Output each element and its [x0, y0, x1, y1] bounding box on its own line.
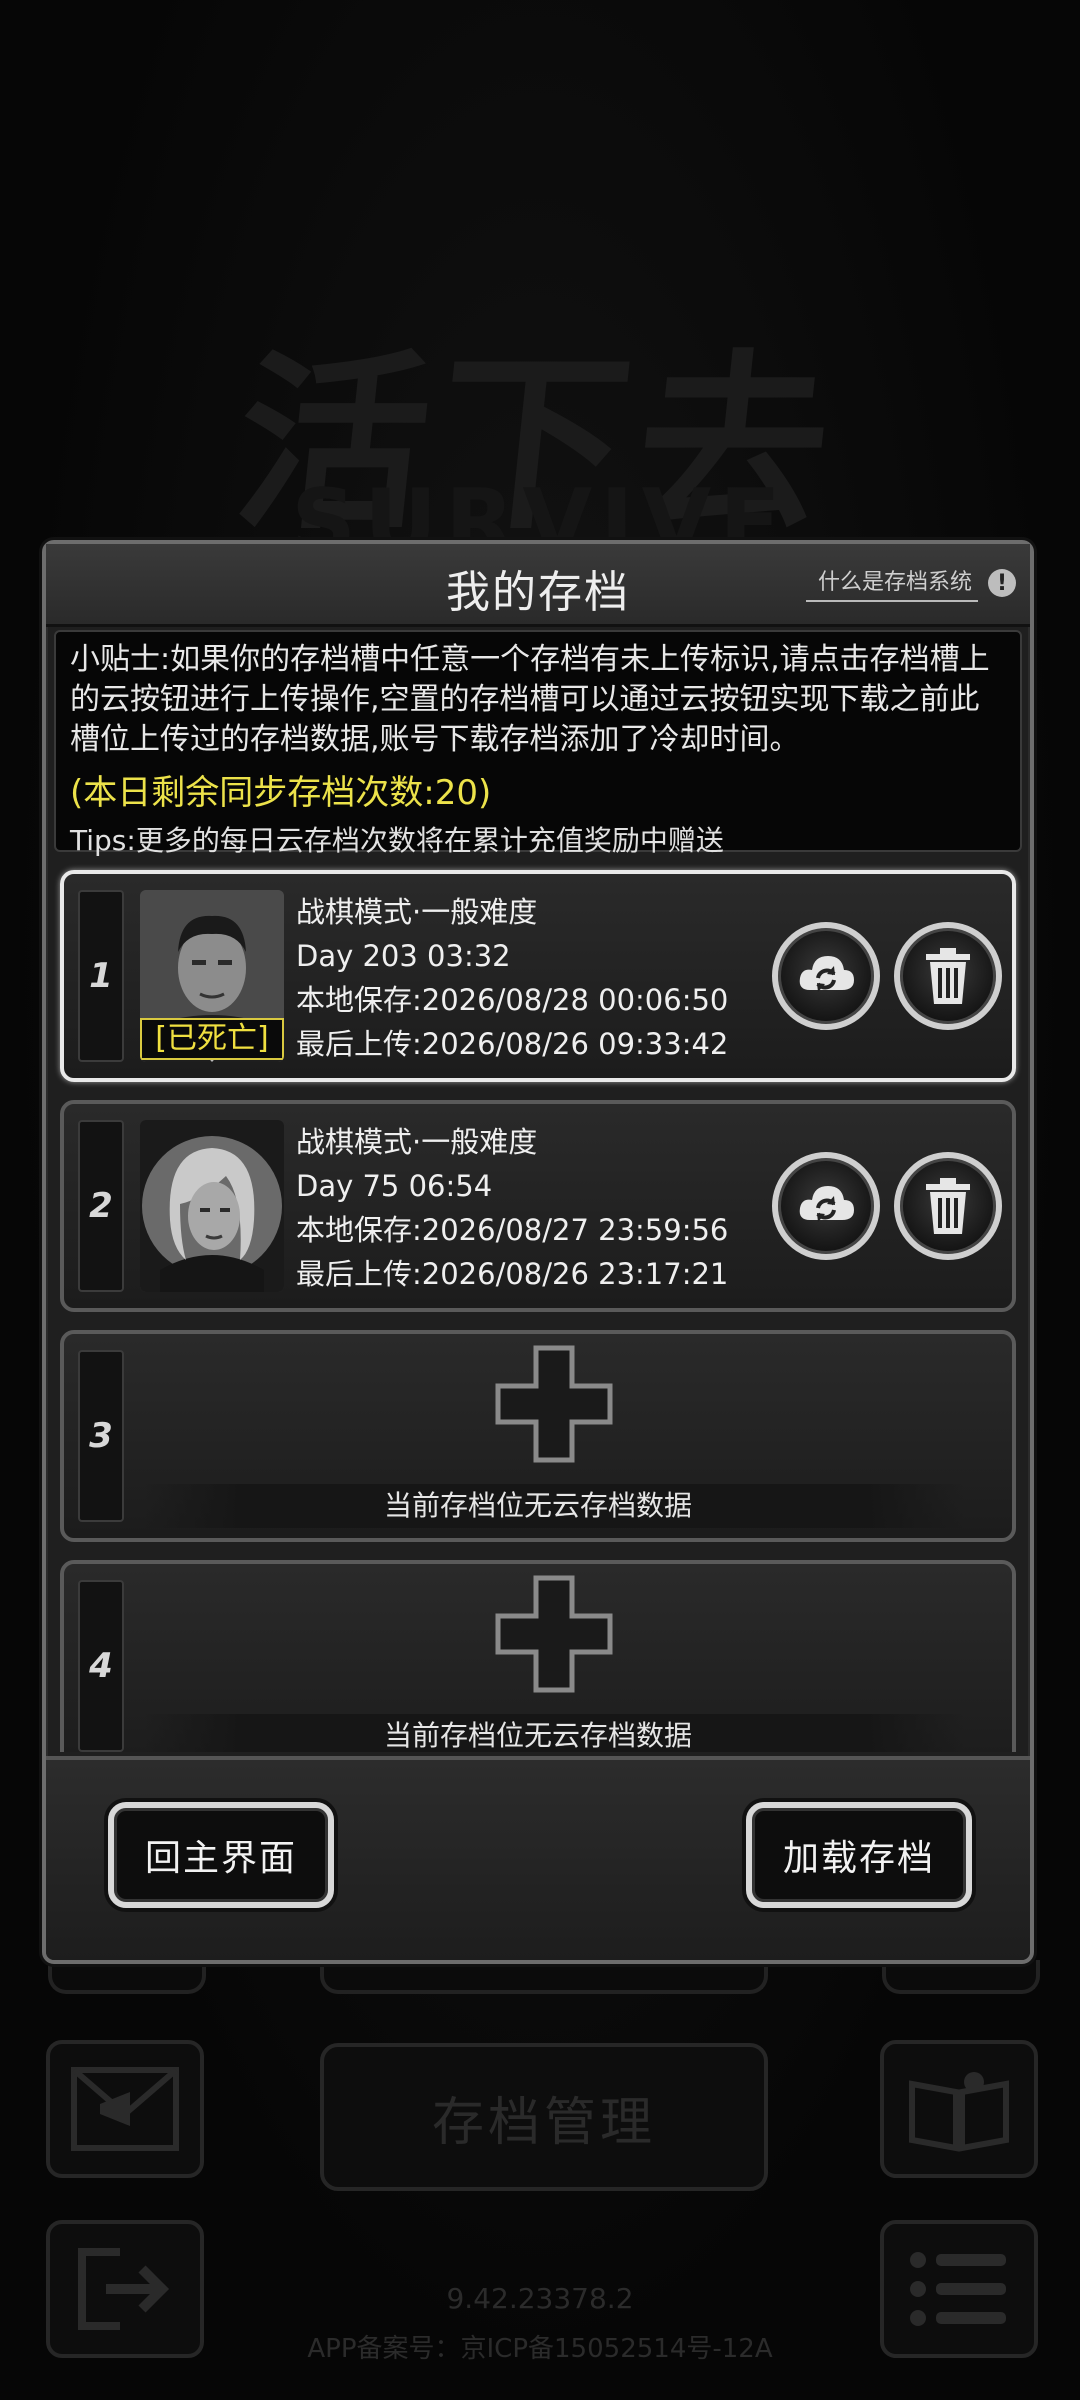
slot-info: 战棋模式·一般难度 Day 203 03:32 本地保存:2026/08/28 … [296, 890, 728, 1066]
save-slot-1[interactable]: 1 [已死亡] 战棋模式·一般难度 Day 203 03:32 本地保存:202 [60, 870, 1016, 1082]
slot-info: 战棋模式·一般难度 Day 75 06:54 本地保存:2026/08/27 2… [296, 1120, 728, 1296]
slot-number: 2 [78, 1120, 124, 1292]
what-is-save-system-link[interactable]: 什么是存档系统 ! [805, 564, 1016, 602]
delete-save-button[interactable] [894, 1152, 1002, 1260]
add-save-button[interactable] [494, 1574, 614, 1694]
bg-button-fragment-left [48, 1960, 206, 1994]
cloud-sync-button[interactable] [772, 922, 880, 1030]
empty-slot-text: 当前存档位无云存档数据 [383, 1489, 692, 1522]
day-time-text: Day 75 06:54 [296, 1169, 493, 1203]
local-save-text: 本地保存:2026/08/27 23:59:56 [296, 1213, 729, 1247]
trash-icon [926, 948, 970, 1004]
cloud-sync-icon [799, 956, 854, 992]
female-survivor-portrait-icon [140, 1120, 284, 1292]
load-save-button[interactable]: 加载存档 [746, 1802, 972, 1908]
character-portrait: [已死亡] [140, 890, 284, 1062]
tips-panel: 小贴士:如果你的存档槽中任意一个存档有未上传标识,请点击存档槽上的云按钮进行上传… [54, 630, 1022, 857]
slot-number: 1 [78, 890, 124, 1062]
local-save-text: 本地保存:2026/08/28 00:06:50 [296, 983, 729, 1017]
help-link-label: 什么是存档系统 [805, 564, 978, 602]
tips-text: 小贴士:如果你的存档槽中任意一个存档有未上传标识,请点击存档槽上的云按钮进行上传… [70, 642, 990, 757]
save-slot-list[interactable]: 1 [已死亡] 战棋模式·一般难度 Day 203 03:32 本地保存:202 [54, 862, 1022, 1752]
bg-manual-button [880, 2040, 1038, 2178]
book-icon [909, 2072, 1009, 2152]
dialog-footer: 回主界面 加载存档 [46, 1756, 1030, 1960]
save-slot-3[interactable]: 3 当前存档位无云存档数据 [60, 1330, 1016, 1542]
game-mode-text: 战棋模式·一般难度 [296, 1125, 538, 1159]
trash-icon [926, 1178, 970, 1234]
delete-save-button[interactable] [894, 922, 1002, 1030]
last-upload-text: 最后上传:2026/08/26 23:17:21 [296, 1257, 729, 1291]
back-to-main-button[interactable]: 回主界面 [108, 1802, 334, 1908]
save-slot-4[interactable]: 4 当前存档位无云存档数据 [60, 1560, 1016, 1752]
dead-status-badge: [已死亡] [140, 1018, 284, 1060]
last-upload-text: 最后上传:2026/08/26 09:33:42 [296, 1027, 729, 1061]
sync-count-text: (本日剩余同步存档次数:20) [70, 773, 492, 813]
info-icon: ! [988, 569, 1016, 597]
character-portrait [140, 1120, 284, 1292]
dialog-header: 我的存档 什么是存档系统 ! [46, 544, 1030, 627]
day-time-text: Day 203 03:32 [296, 939, 511, 973]
cloud-sync-button[interactable] [772, 1152, 880, 1260]
cloud-sync-icon [799, 1186, 854, 1222]
icp-label: APP备案号：京ICP备15052514号-12A [307, 2334, 773, 2364]
bg-save-manage-button: 存档管理 [320, 2043, 768, 2191]
plus-icon [495, 1345, 613, 1463]
add-save-button[interactable] [494, 1344, 614, 1464]
version-label: 9.42.23378.2 [446, 2282, 634, 2315]
save-dialog: 我的存档 什么是存档系统 ! 小贴士:如果你的存档槽中任意一个存档有未上传标识,… [42, 540, 1034, 1964]
save-slot-2[interactable]: 2 战棋模式·一般难度 Day 75 06:54 本地保存:2026/08/27… [60, 1100, 1016, 1312]
game-mode-text: 战棋模式·一般难度 [296, 895, 538, 929]
tips-extra-text: Tips:更多的每日云存档次数将在累计充值奖励中赠送 [70, 824, 724, 857]
bg-button-fragment-center [320, 1960, 768, 1994]
empty-slot-text: 当前存档位无云存档数据 [383, 1719, 692, 1752]
bg-button-fragment-right [882, 1960, 1040, 1994]
megaphone-envelope-icon [71, 2067, 179, 2151]
bg-announcement-button [46, 2040, 204, 2178]
plus-icon [495, 1575, 613, 1693]
